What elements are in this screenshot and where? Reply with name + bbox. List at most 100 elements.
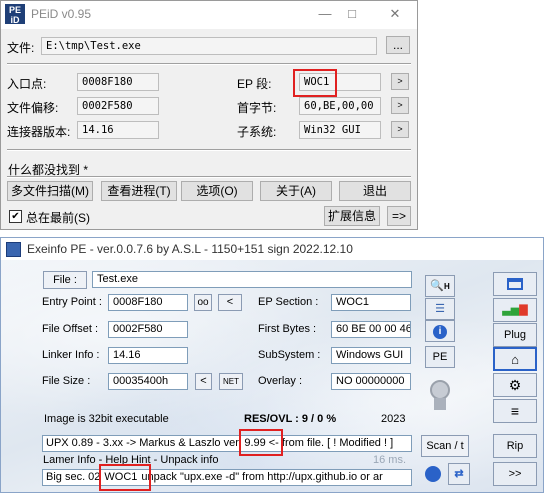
settings-button[interactable]: ⚙ (493, 373, 537, 397)
more-button[interactable]: => (387, 206, 411, 226)
refresh-icon: ⇄ (454, 468, 464, 480)
exit-button[interactable]: 退出 (339, 181, 411, 201)
detection-text-post: <- from file. [ ! Modified ! ] (268, 437, 394, 449)
first-bytes-label: 首字节: (237, 101, 277, 115)
ep-section-field[interactable]: WOC1 (331, 294, 411, 311)
peid-logo-icon: PE iD (5, 4, 25, 25)
exeinfo-app-icon (6, 242, 21, 257)
file-name-field[interactable]: Test.exe (92, 271, 412, 288)
oo-button[interactable]: oo (194, 294, 212, 311)
close-icon[interactable]: ✕ (381, 5, 409, 23)
first-bytes-arrow-button[interactable]: > (391, 97, 409, 114)
image-info-text: Image is 32bit executable (44, 413, 169, 425)
medal-icon (425, 378, 455, 418)
scan-button[interactable]: Scan / t (421, 435, 469, 457)
subsystem-label: SubSystem : (258, 349, 321, 361)
separator (7, 176, 411, 178)
unpack-text-pre: Big sec. 02 (46, 471, 101, 483)
subsystem-field[interactable]: Win32 GUI (299, 121, 381, 139)
linker-info-field[interactable]: 14.16 (108, 347, 188, 364)
always-on-top-checkbox[interactable]: ✔ (9, 210, 22, 223)
menu-button[interactable]: ≡ (493, 399, 537, 423)
version-highlight (239, 429, 283, 456)
ep-section-label: EP 段: (237, 77, 272, 91)
exeinfo-title: Exeinfo PE - ver.0.0.7.6 by A.S.L - 1150… (27, 242, 353, 256)
subsystem-label: 子系统: (237, 125, 277, 139)
entry-point-field[interactable]: 0008F180 (108, 294, 188, 311)
stats-button[interactable]: ▃▅▇ (493, 298, 537, 322)
multi-scan-button[interactable]: 多文件扫描(M) (7, 181, 93, 201)
net-button[interactable]: NET (219, 373, 243, 390)
res-ovl-text: RES/OVL : 9 / 0 % (244, 413, 337, 425)
subsystem-arrow-button[interactable]: > (391, 121, 409, 138)
peid-window: PE iD PEiD v0.95 — □ ✕ 文件: E:\tmp\Test.e… (0, 0, 418, 230)
open-window-button[interactable] (493, 272, 537, 296)
ep-section-label: EP Section : (258, 296, 319, 308)
detection-text-pre: UPX 0.89 - 3.xx -> Markus & Laszlo ver. (46, 437, 242, 449)
home-button[interactable]: ⌂ (493, 347, 537, 371)
view-process-button[interactable]: 查看进程(T) (101, 181, 177, 201)
ep-section-arrow-button[interactable]: > (391, 73, 409, 90)
file-size-arrow-button[interactable]: < (195, 373, 212, 390)
search-h-button[interactable]: 🔍H (425, 275, 455, 297)
peid-title: PEiD v0.95 (31, 7, 92, 21)
subsystem-field[interactable]: Windows GUI (331, 347, 411, 364)
refresh-button[interactable]: ⇄ (448, 463, 470, 485)
next-button[interactable]: >> (493, 462, 537, 486)
file-offset-label: File Offset : (42, 323, 99, 335)
first-bytes-field[interactable]: 60,BE,00,00 (299, 97, 381, 115)
separator (7, 63, 411, 65)
maximize-icon[interactable]: □ (338, 5, 366, 23)
home-icon: ⌂ (511, 352, 519, 367)
year-text: 2023 (381, 413, 406, 425)
detection-line[interactable]: UPX 0.89 - 3.xx -> Markus & Laszlo ver. 9… (42, 435, 412, 452)
file-size-label: File Size : (42, 375, 91, 387)
file-offset-label: 文件偏移: (7, 101, 59, 115)
window-icon (507, 278, 523, 291)
first-bytes-label: First Bytes : (258, 323, 317, 335)
file-button[interactable]: File : (43, 271, 87, 289)
bar-chart-icon: ▃▅▇ (502, 304, 528, 316)
about-button[interactable]: 关于(A) (260, 181, 332, 201)
peid-titlebar: PE iD PEiD v0.95 — □ ✕ (1, 1, 417, 29)
options-button[interactable]: 选项(O) (181, 181, 253, 201)
exeinfo-titlebar: Exeinfo PE - ver.0.0.7.6 by A.S.L - 1150… (1, 238, 543, 260)
exeinfo-window: Exeinfo PE - ver.0.0.7.6 by A.S.L - 1150… (0, 237, 544, 493)
file-path-field[interactable]: E:\tmp\Test.exe (41, 37, 377, 55)
entry-point-arrow-button[interactable]: < (218, 294, 242, 311)
file-offset-field[interactable]: 0002F580 (108, 321, 188, 338)
info-icon: i (433, 325, 447, 339)
entry-point-label: 入口点: (7, 77, 47, 91)
h-label: H (443, 282, 450, 291)
plug-button[interactable]: Plug (493, 323, 537, 347)
pe-button[interactable]: PE (425, 346, 455, 368)
section-highlight (99, 464, 151, 491)
ep-section-highlight (293, 69, 337, 97)
file-label: 文件: (7, 41, 35, 55)
info-button[interactable]: i (425, 320, 455, 342)
always-on-top-label: 总在最前(S) (26, 211, 90, 225)
plugins-button[interactable]: 扩展信息 (324, 206, 380, 226)
timing-text: 16 ms. (373, 454, 407, 466)
minimize-icon[interactable]: — (311, 5, 339, 23)
linker-version-label: 连接器版本: (7, 125, 71, 139)
overlay-field[interactable]: NO 00000000 (331, 373, 411, 390)
file-size-field[interactable]: 00035400h (108, 373, 188, 390)
file-offset-field[interactable]: 0002F580 (77, 97, 159, 115)
linker-version-field[interactable]: 14.16 (77, 121, 159, 139)
menu-icon: ≡ (510, 403, 520, 419)
first-bytes-field[interactable]: 60 BE 00 00 46 (331, 321, 411, 338)
entry-point-field[interactable]: 0008F180 (77, 73, 159, 91)
overlay-label: Overlay : (258, 375, 303, 387)
browse-button[interactable]: ... (386, 36, 410, 54)
entry-point-label: Entry Point : (42, 296, 102, 308)
magnifier-icon: 🔍 (430, 280, 444, 292)
stack-icon: ☰ (435, 303, 445, 315)
unpack-text-post: unpack "upx.exe -d" from http://upx.gith… (141, 471, 383, 483)
globe-icon[interactable] (425, 466, 441, 482)
gear-icon: ⚙ (508, 377, 522, 393)
unpack-line[interactable]: Big sec. 02 WOC1 unpack "upx.exe -d" from … (42, 469, 412, 486)
linker-info-label: Linker Info : (42, 349, 100, 361)
rip-button[interactable]: Rip (493, 434, 537, 458)
section-viewer-button[interactable]: ☰ (425, 298, 455, 320)
